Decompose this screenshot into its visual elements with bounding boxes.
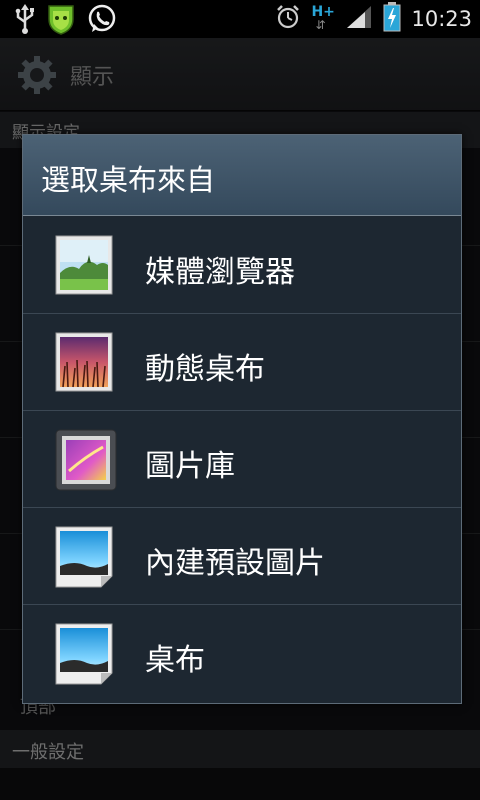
dialog-options-list: 媒體瀏覽器 動態桌布 圖片庫 內建預設圖片 桌布	[23, 217, 461, 701]
usb-icon	[14, 4, 36, 38]
alarm-icon	[275, 4, 301, 34]
whatsapp-icon	[86, 3, 118, 39]
status-bar: H+ ⇵ 10:23	[0, 0, 480, 38]
wallpaper-icon	[55, 623, 113, 685]
option-label: 動態桌布	[145, 352, 265, 387]
signal-icon	[345, 4, 373, 34]
data-arrows-icon: ⇵	[315, 18, 326, 32]
option-label: 桌布	[145, 643, 205, 678]
preset-image-icon	[55, 526, 113, 588]
media-browser-icon	[55, 235, 113, 295]
battery-charging-icon	[383, 2, 401, 36]
option-label: 圖片庫	[145, 449, 235, 484]
android-security-icon	[44, 3, 78, 39]
option-label: 媒體瀏覽器	[145, 255, 295, 290]
live-wallpaper-icon	[55, 332, 113, 392]
option-gallery[interactable]: 圖片庫	[23, 411, 461, 508]
option-preset-images[interactable]: 內建預設圖片	[23, 508, 461, 605]
status-time: 10:23	[411, 7, 472, 31]
gallery-icon	[55, 429, 117, 491]
option-label: 內建預設圖片	[145, 546, 325, 581]
network-type-indicator: H+ ⇵	[311, 4, 335, 32]
dialog-title-bar: 選取桌布來自	[23, 135, 461, 216]
dialog-title: 選取桌布來自	[41, 163, 216, 197]
option-wallpaper[interactable]: 桌布	[23, 605, 461, 701]
option-live-wallpaper[interactable]: 動態桌布	[23, 314, 461, 411]
wallpaper-chooser-dialog: 選取桌布來自 媒體瀏覽器 動態桌布 圖片庫 內建預設圖片 桌布	[22, 134, 462, 704]
option-media-browser[interactable]: 媒體瀏覽器	[23, 217, 461, 314]
